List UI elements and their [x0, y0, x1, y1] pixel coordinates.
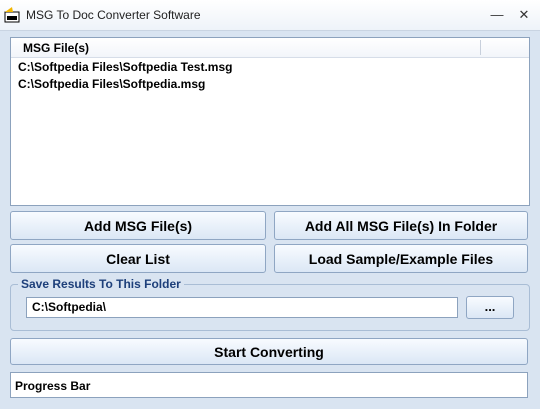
- title-bar: MSG To Doc Converter Software — ✕: [0, 0, 540, 31]
- list-item[interactable]: C:\Softpedia Files\Softpedia.msg: [18, 77, 205, 91]
- column-divider[interactable]: [480, 40, 481, 55]
- clear-list-button[interactable]: Clear List: [10, 244, 266, 273]
- progress-label: Progress Bar: [15, 379, 91, 393]
- list-header: MSG File(s): [11, 38, 529, 58]
- load-sample-files-button[interactable]: Load Sample/Example Files: [274, 244, 528, 273]
- minimize-icon[interactable]: —: [487, 6, 507, 24]
- app-icon: [4, 7, 20, 23]
- browse-button[interactable]: ...: [466, 296, 514, 319]
- start-converting-button[interactable]: Start Converting: [10, 338, 528, 365]
- save-results-group: Save Results To This Folder C:\Softpedia…: [10, 277, 530, 331]
- progress-bar: Progress Bar: [10, 372, 528, 398]
- add-msg-files-button[interactable]: Add MSG File(s): [10, 211, 266, 240]
- close-icon[interactable]: ✕: [514, 6, 534, 24]
- column-header-msg-files[interactable]: MSG File(s): [23, 41, 89, 55]
- output-folder-input[interactable]: C:\Softpedia\: [26, 297, 458, 318]
- list-item[interactable]: C:\Softpedia Files\Softpedia Test.msg: [18, 60, 232, 74]
- window-title: MSG To Doc Converter Software: [26, 8, 201, 22]
- add-all-msg-files-in-folder-button[interactable]: Add All MSG File(s) In Folder: [274, 211, 528, 240]
- msg-file-list[interactable]: MSG File(s) C:\Softpedia Files\Softpedia…: [10, 37, 530, 206]
- save-results-label: Save Results To This Folder: [18, 277, 184, 291]
